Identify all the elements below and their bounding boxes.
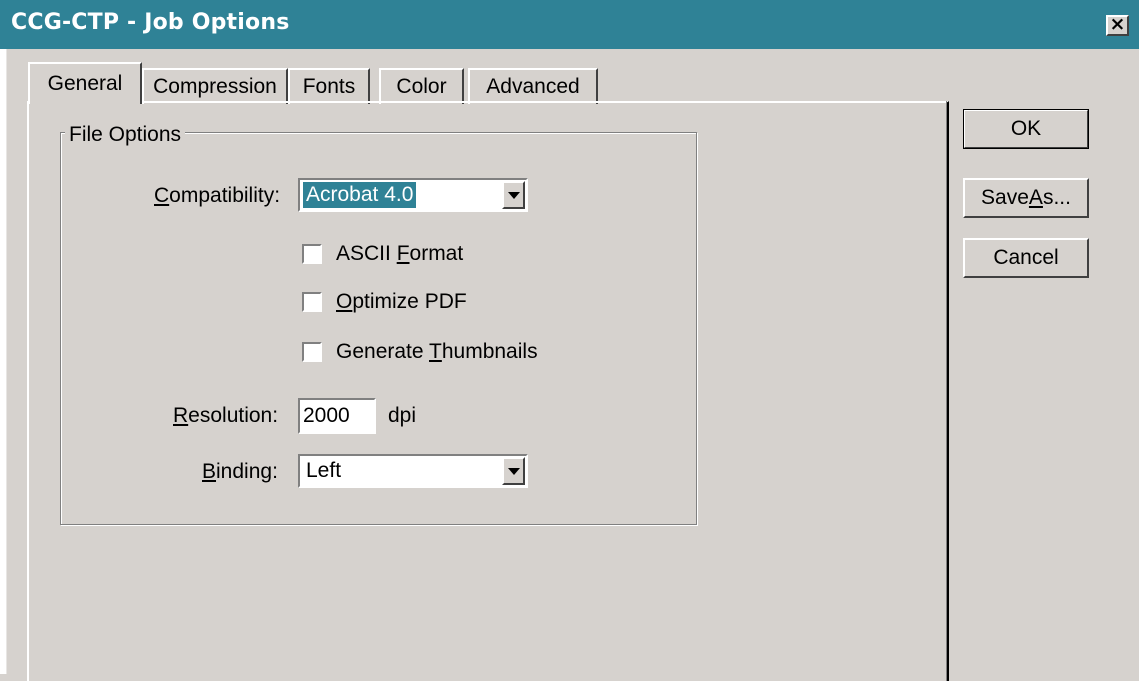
close-icon: × (1109, 13, 1126, 35)
dialog-left-edge (0, 49, 7, 674)
close-button[interactable]: × (1106, 13, 1129, 36)
ascii-format-checkbox[interactable] (302, 244, 322, 264)
generate-thumbnails-label[interactable]: Generate Thumbnails (336, 340, 538, 364)
tab-fonts-label: Fonts (302, 75, 356, 98)
save-as-label-post: s... (1042, 186, 1071, 209)
tab-general-label: General (47, 72, 123, 95)
tab-advanced-label: Advanced (486, 75, 580, 98)
resolution-unit: dpi (388, 404, 417, 427)
title-bar: CCG-CTP - Job Options × (0, 0, 1139, 49)
ascii-format-label[interactable]: ASCII Format (336, 242, 463, 266)
ok-button[interactable]: OK (963, 109, 1089, 149)
panel-shadow (946, 101, 947, 681)
chevron-down-icon[interactable] (502, 457, 525, 485)
cancel-button[interactable]: Cancel (963, 238, 1089, 278)
file-options-legend: File Options (65, 123, 186, 147)
chevron-down-icon[interactable] (502, 181, 525, 209)
optimize-pdf-checkbox[interactable] (302, 292, 322, 312)
save-as-label-accel: A (1028, 186, 1043, 209)
tab-color[interactable]: Color (379, 68, 464, 104)
compatibility-select[interactable]: Acrobat 4.0 (298, 178, 528, 212)
optimize-pdf-label[interactable]: Optimize PDF (336, 290, 467, 314)
tab-compression-label: Compression (153, 75, 277, 98)
resolution-input[interactable] (298, 398, 376, 434)
tab-color-label: Color (396, 75, 447, 98)
resolution-label: Resolution: (173, 404, 279, 427)
binding-value: Left (306, 459, 342, 482)
tab-advanced[interactable]: Advanced (468, 68, 598, 104)
compatibility-value: Acrobat 4.0 (301, 181, 418, 209)
tab-compression[interactable]: Compression (142, 68, 288, 104)
save-as-button[interactable]: Save As... (963, 178, 1089, 218)
tab-fonts[interactable]: Fonts (288, 68, 370, 104)
save-as-label-pre: Save (981, 186, 1029, 209)
window-title: CCG-CTP - Job Options (11, 10, 290, 35)
compatibility-label: Compatibility: (154, 184, 281, 207)
tab-general[interactable]: General (28, 62, 142, 104)
binding-label: Binding: (202, 460, 278, 483)
generate-thumbnails-checkbox[interactable] (302, 342, 322, 362)
binding-select[interactable]: Left (298, 454, 528, 488)
